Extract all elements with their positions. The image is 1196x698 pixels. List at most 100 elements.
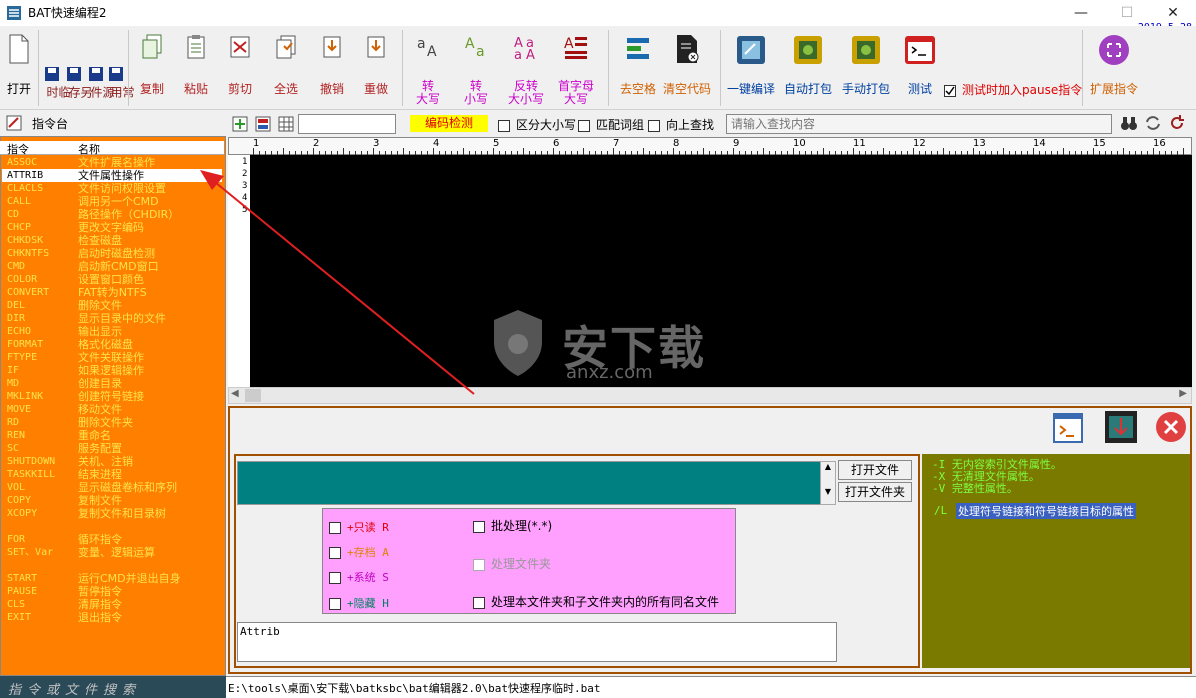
select-all-button[interactable]: 全选: [268, 26, 304, 110]
case-sensitive-checkbox[interactable]: 区分大小写: [498, 116, 576, 133]
title-bar: BAT快速编程2 — ☐ ✕: [0, 0, 1196, 26]
hidden-checkbox[interactable]: +隐藏 H: [329, 595, 389, 611]
command-row[interactable]: MKLINK 创建符号链接: [2, 390, 222, 403]
cut-button[interactable]: 剪切: [222, 26, 258, 110]
command-row[interactable]: CLACLS 文件访问权限设置: [2, 182, 222, 195]
binoculars-icon[interactable]: [1120, 114, 1138, 132]
search-input[interactable]: [726, 114, 1112, 134]
refresh-icon[interactable]: [1168, 114, 1186, 132]
command-row[interactable]: CLS 清屏指令: [2, 598, 222, 611]
scroll-right-icon[interactable]: ▶: [1179, 388, 1187, 399]
encoding-detect-button[interactable]: 编码检测: [410, 115, 488, 132]
command-row[interactable]: RD 删除文件夹: [2, 416, 222, 429]
undo-button[interactable]: 撤销: [314, 26, 350, 110]
minimize-button[interactable]: —: [1058, 0, 1104, 26]
extend-commands-button[interactable]: 扩展指令: [1088, 26, 1140, 110]
command-keyword: CHCP: [7, 222, 32, 233]
manual-pack-button[interactable]: 手动打包: [838, 26, 894, 110]
to-lower-button[interactable]: Aa 转小写: [456, 26, 496, 110]
close-panel-icon[interactable]: [1154, 410, 1188, 444]
batch-checkbox[interactable]: 批处理(*.*): [473, 517, 552, 534]
clear-code-button[interactable]: 清空代码: [662, 26, 712, 110]
search-up-checkbox[interactable]: 向上查找: [648, 116, 714, 133]
command-row[interactable]: MD 创建目录: [2, 377, 222, 390]
open-folder-button[interactable]: 打开文件夹: [838, 482, 912, 502]
open-file-button[interactable]: 打开文件: [838, 460, 912, 480]
select-all-icon: [276, 35, 296, 59]
redo-button[interactable]: 重做: [358, 26, 394, 110]
command-row[interactable]: SC 服务配置: [2, 442, 222, 455]
command-keyword: SHUTDOWN: [7, 456, 56, 467]
command-row[interactable]: REN 重命名: [2, 429, 222, 442]
code-input[interactable]: [298, 114, 396, 134]
add-icon[interactable]: [232, 116, 248, 132]
command-row[interactable]: VOL 显示磁盘卷标和序列: [2, 481, 222, 494]
command-description: 结束进程: [78, 468, 122, 481]
command-preview[interactable]: Attrib: [237, 622, 837, 662]
command-row[interactable]: EXIT 退出指令: [2, 611, 222, 624]
command-keyword: COLOR: [7, 274, 38, 285]
command-row[interactable]: CONVERT FAT转为NTFS: [2, 286, 222, 299]
command-row[interactable]: START 运行CMD并退出自身: [2, 572, 222, 585]
command-row[interactable]: CHKDSK 检查磁盘: [2, 234, 222, 247]
grid-icon[interactable]: [255, 116, 271, 132]
command-row[interactable]: COPY 复制文件: [2, 494, 222, 507]
command-row[interactable]: IF 如果逻辑操作: [2, 364, 222, 377]
command-description: 复制文件: [78, 494, 122, 507]
command-row[interactable]: FTYPE 文件关联操作: [2, 351, 222, 364]
test-button[interactable]: 测试: [898, 26, 942, 110]
command-row[interactable]: COLOR 设置窗口颜色: [2, 273, 222, 286]
command-row[interactable]: ECHO 输出显示: [2, 325, 222, 338]
command-row[interactable]: SHUTDOWN 关机、注销: [2, 455, 222, 468]
path-scrollbar[interactable]: ▲ ▼: [820, 461, 836, 505]
archive-checkbox[interactable]: +存档 A: [329, 544, 389, 560]
to-upper-button[interactable]: aA 转大写: [408, 26, 448, 110]
table-icon[interactable]: [278, 116, 294, 132]
run-cmd-icon[interactable]: [1052, 412, 1084, 444]
command-search-bar[interactable]: 指令或文件搜索: [0, 676, 226, 698]
match-word-checkbox[interactable]: 匹配词组: [578, 116, 644, 133]
command-row[interactable]: SET、Var 变量、逻辑运算: [2, 546, 222, 559]
command-keyword: CD: [7, 209, 20, 220]
capitalize-button[interactable]: A 首字母 大写: [554, 26, 598, 110]
open-button[interactable]: 打开: [2, 26, 36, 110]
command-row[interactable]: [2, 559, 222, 572]
paste-button[interactable]: 粘贴: [178, 26, 214, 110]
compile-button[interactable]: 一键编译: [726, 26, 776, 110]
copy-button[interactable]: 复制: [134, 26, 170, 110]
auto-pack-button[interactable]: 自动打包: [780, 26, 836, 110]
command-row[interactable]: CHKNTFS 启动时磁盘检测: [2, 247, 222, 260]
command-row[interactable]: ASSOC 文件扩展名操作: [2, 156, 222, 169]
save-common-button[interactable]: 常用: [109, 86, 135, 109]
trim-spaces-button[interactable]: 去空格: [616, 26, 660, 110]
command-row[interactable]: CMD 启动新CMD窗口: [2, 260, 222, 273]
command-row[interactable]: CHCP 更改文字编码: [2, 221, 222, 234]
command-row[interactable]: DEL 删除文件: [2, 299, 222, 312]
subdirs-checkbox[interactable]: 处理本文件夹和子文件夹内的所有同名文件: [473, 593, 719, 610]
command-row[interactable]: MOVE 移动文件: [2, 403, 222, 416]
folders-checkbox[interactable]: 处理文件夹: [473, 555, 551, 572]
ruler-tick: [403, 148, 404, 155]
path-input[interactable]: [237, 461, 835, 505]
lowercase-icon: Aa: [465, 36, 485, 60]
command-row[interactable]: TASKKILL 结束进程: [2, 468, 222, 481]
save-source-icon: [89, 67, 103, 81]
command-row[interactable]: ATTRIB 文件属性操作: [2, 169, 222, 182]
command-row[interactable]: XCOPY 复制文件和目录树: [2, 507, 222, 520]
readonly-checkbox[interactable]: +只读 R: [329, 519, 389, 535]
insert-cmd-icon[interactable]: [1104, 410, 1138, 444]
command-row[interactable]: CALL 调用另一个CMD: [2, 195, 222, 208]
command-row[interactable]: PAUSE 暂停指令: [2, 585, 222, 598]
command-row[interactable]: FORMAT 格式化磁盘: [2, 338, 222, 351]
command-row[interactable]: FOR 循环指令: [2, 533, 222, 546]
pause-checkbox[interactable]: 测试时加入pause指令: [944, 81, 1082, 98]
command-description: 输出显示: [78, 325, 122, 338]
invert-case-button[interactable]: AaaA 反转 大小写: [504, 26, 548, 110]
system-checkbox[interactable]: +系统 S: [329, 569, 389, 585]
command-description: 文件关联操作: [78, 351, 144, 364]
replace-icon[interactable]: [1144, 114, 1162, 132]
command-row[interactable]: CD 路径操作（CHDIR）: [2, 208, 222, 221]
command-row[interactable]: [2, 520, 222, 533]
command-row[interactable]: DIR 显示目录中的文件: [2, 312, 222, 325]
command-description: 设置窗口颜色: [78, 273, 144, 286]
